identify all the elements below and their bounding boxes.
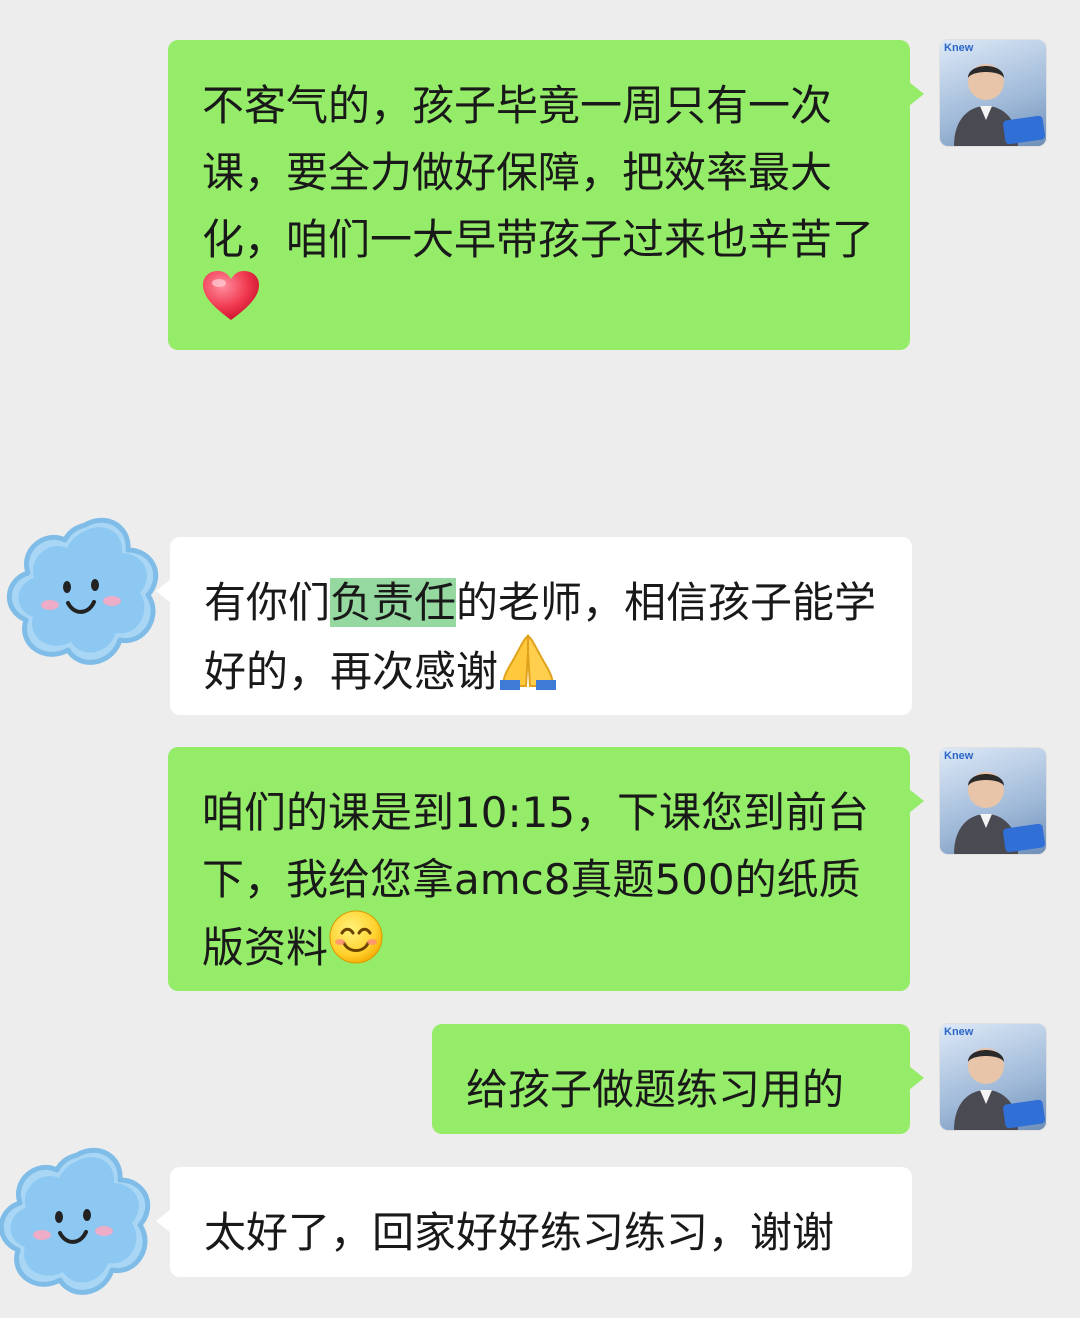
message-bubble-outgoing[interactable]: 咱们的课是到10:15，下课您到前台下，我给您拿amc8真题500的纸质版资料 — [168, 747, 924, 991]
message-text: 咱们的课是到10:15，下课您到前台下，我给您拿amc8真题500的纸质版资料 — [202, 788, 870, 972]
cloud-avatar-icon — [0, 1147, 151, 1295]
smiling-face-emoji-icon — [328, 909, 384, 984]
message-bubble-incoming[interactable]: 有你们负责任的老师，相信孩子能学好的，再次感谢 — [156, 537, 912, 715]
cloud-avatar-icon — [6, 517, 159, 665]
message-bubble-incoming[interactable]: 太好了，回家好好练习练习，谢谢 — [156, 1167, 912, 1277]
message-bubble-outgoing[interactable]: 给孩子做题练习用的 — [432, 1024, 924, 1134]
message-text: 给孩子做题练习用的 — [466, 1065, 845, 1114]
teacher-avatar[interactable]: Knew — [940, 1024, 1046, 1130]
message-text: 太好了，回家好好练习练习，谢谢 — [204, 1208, 835, 1257]
parent-avatar[interactable] — [0, 1135, 162, 1305]
heart-emoji-icon — [202, 270, 260, 341]
message-text: 有你们 — [204, 578, 331, 627]
highlighted-text: 负责任 — [330, 578, 457, 627]
message-text: 不客气的，孩子毕竟一周只有一次课，要全力做好保障，把效率最大化，咱们一大早带孩子… — [202, 81, 875, 264]
chat-area: 不客气的，孩子毕竟一周只有一次课，要全力做好保障，把效率最大化，咱们一大早带孩子… — [0, 0, 1080, 1318]
folded-hands-emoji-icon — [498, 632, 558, 709]
message-bubble-outgoing[interactable]: 不客气的，孩子毕竟一周只有一次课，要全力做好保障，把效率最大化，咱们一大早带孩子… — [168, 40, 924, 350]
teacher-avatar[interactable]: Knew — [940, 40, 1046, 146]
teacher-avatar[interactable]: Knew — [940, 748, 1046, 854]
parent-avatar[interactable] — [0, 505, 170, 675]
